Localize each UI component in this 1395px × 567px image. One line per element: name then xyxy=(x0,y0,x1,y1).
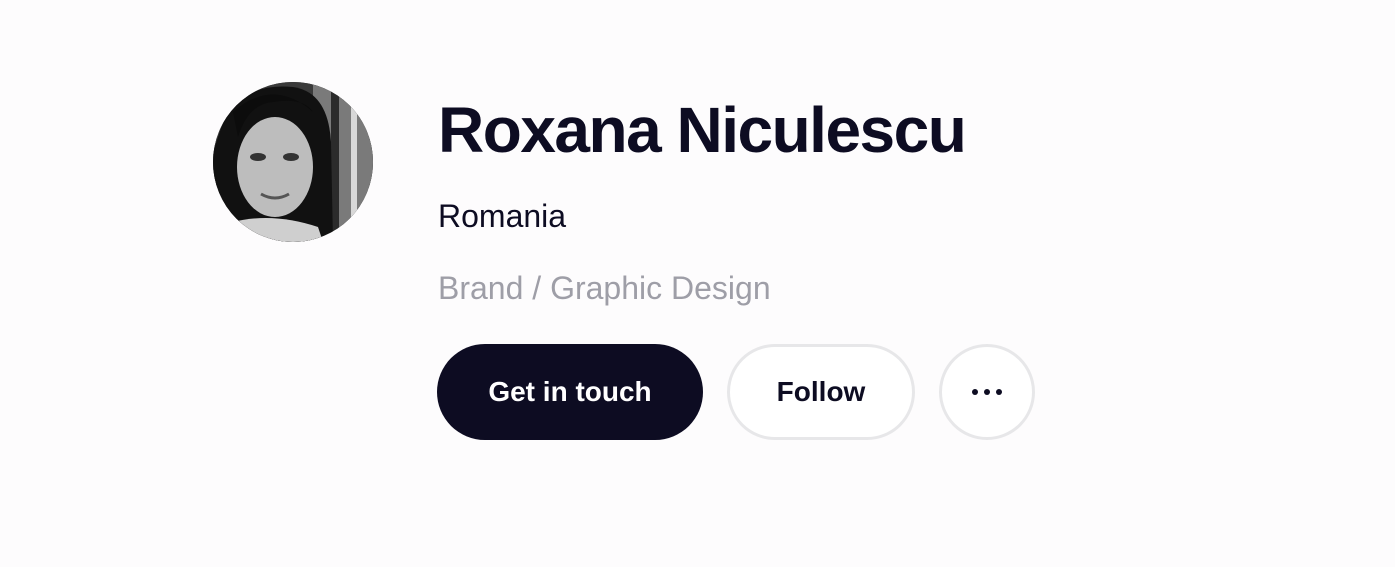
profile-name: Roxana Niculescu xyxy=(438,94,967,166)
more-horizontal-icon xyxy=(972,389,1002,395)
follow-button[interactable]: Follow xyxy=(727,344,915,440)
get-in-touch-button[interactable]: Get in touch xyxy=(437,344,703,440)
follow-label: Follow xyxy=(776,376,866,407)
avatar[interactable] xyxy=(213,82,373,242)
more-options-button[interactable] xyxy=(939,344,1035,440)
profile-discipline: Brand / Graphic Design xyxy=(438,270,771,306)
get-in-touch-label: Get in touch xyxy=(488,376,652,407)
avatar-photo xyxy=(213,82,373,242)
profile-location: Romania xyxy=(438,198,567,234)
